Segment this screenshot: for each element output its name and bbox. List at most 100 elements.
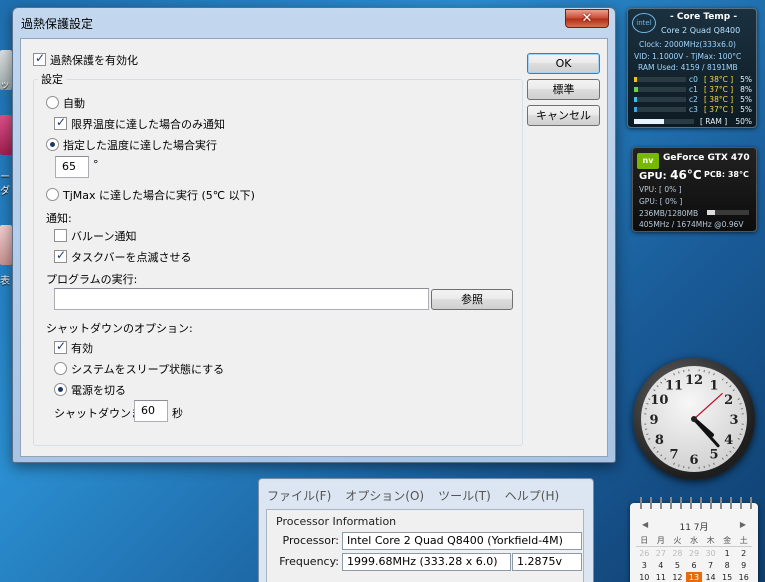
core-load: 5%	[740, 75, 752, 84]
core-temp: [ 37°C ]	[704, 105, 734, 114]
auto-radio[interactable]	[46, 96, 59, 109]
flash-taskbar-checkbox[interactable]	[54, 248, 67, 263]
browse-button[interactable]: 参照	[431, 289, 513, 310]
clock-numeral: 11	[665, 378, 683, 393]
flash-taskbar-label[interactable]: タスクバーを点滅させる	[71, 249, 191, 265]
clock-face: 12 1 2 3 4 5 6 7 8 9 10 11	[641, 366, 747, 472]
calendar-day[interactable]: 2	[735, 548, 752, 559]
calendar-weekday: 金	[718, 535, 736, 547]
calendar-day[interactable]: 28	[669, 548, 686, 559]
cancel-button[interactable]: キャンセル	[527, 105, 600, 126]
clock-numeral: 6	[689, 453, 698, 468]
enable-protection-checkbox[interactable]	[33, 51, 46, 66]
power-off-label[interactable]: 電源を切る	[71, 382, 126, 398]
tjmax-label[interactable]: TjMax に達した場合に実行 (5℃ 以下)	[63, 187, 255, 203]
calendar-next-icon[interactable]: ▶	[740, 520, 746, 529]
balloon-label[interactable]: バルーン通知	[71, 228, 136, 244]
calendar-weekday: 火	[669, 535, 686, 547]
calendar-day[interactable]: 5	[669, 560, 686, 571]
calendar-day[interactable]: 15	[719, 572, 736, 582]
frequency-label: Frequency:	[279, 555, 339, 568]
calendar-day[interactable]: 1	[719, 548, 736, 559]
notify-only-checkbox[interactable]	[54, 115, 67, 130]
desktop-icon-2[interactable]	[0, 115, 12, 155]
coretemp-clock: Clock: 2000MHz(333x6.0)	[639, 40, 736, 49]
overheat-protection-dialog[interactable]: 過熱保護設定 ✕ 過熱保護を有効化 設定 自動 限界温度に達した場合のみ通知 指…	[12, 7, 616, 463]
auto-label[interactable]: 自動	[63, 95, 85, 111]
at-temp-radio[interactable]	[46, 138, 59, 151]
calendar-day[interactable]: 11	[653, 572, 670, 582]
menu-tools[interactable]: ツール(T)	[438, 487, 491, 504]
gpu-gadget[interactable]: nv GeForce GTX 470 GPU: 46°C PCB: 38°C V…	[632, 147, 757, 232]
clock-gadget[interactable]: 12 1 2 3 4 5 6 7 8 9 10 11	[633, 358, 755, 480]
default-button[interactable]: 標準	[527, 79, 600, 100]
calendar-gadget[interactable]: ◀ 11 7月 ▶ 日月火水木金土 26 27 28 29 30 1 2 3 4 5 6 7 8 9 10 11…	[630, 497, 758, 582]
gpu-load: GPU: [ 0% ]	[639, 197, 683, 206]
menu-file[interactable]: ファイル(F)	[267, 487, 331, 504]
program-path-input[interactable]	[54, 288, 429, 310]
ram-percent: 50%	[735, 117, 752, 126]
calendar-day[interactable]: 12	[669, 572, 686, 582]
sleep-radio[interactable]	[54, 362, 67, 375]
calendar-month: 11 7月	[679, 523, 709, 533]
background-window[interactable]: ファイル(F) オプション(O) ツール(T) ヘルプ(H) Processor…	[258, 478, 594, 582]
calendar-day[interactable]: 13	[685, 572, 703, 582]
calendar-day[interactable]: 14	[702, 572, 719, 582]
core-temp: [ 38°C ]	[704, 95, 734, 104]
calendar-day[interactable]: 10	[636, 572, 653, 582]
core-row: c2 [ 38°C ] 5%	[632, 95, 754, 104]
shutdown-delay-input[interactable]: 60	[134, 400, 168, 422]
calendar-day[interactable]: 16	[735, 572, 752, 582]
temperature-input[interactable]: 65	[55, 156, 89, 178]
calendar-day[interactable]: 27	[653, 548, 670, 559]
calendar-day[interactable]: 29	[686, 548, 703, 559]
core-load: 5%	[740, 105, 752, 114]
coretemp-gadget[interactable]: intel - Core Temp - Core 2 Quad Q8400 Cl…	[627, 8, 757, 128]
core-row: c1 [ 37°C ] 8%	[632, 85, 754, 94]
core-row: c0 [ 38°C ] 5%	[632, 75, 754, 84]
dialog-client: 過熱保護を有効化 設定 自動 限界温度に達した場合のみ通知 指定した温度に達した…	[20, 38, 608, 457]
core-temp: [ 37°C ]	[704, 85, 734, 94]
calendar-day[interactable]: 6	[686, 560, 703, 571]
gpu-name: GeForce GTX 470	[663, 153, 750, 163]
close-button[interactable]: ✕	[565, 9, 609, 28]
ram-row: [ RAM ] 50%	[632, 117, 754, 127]
second-hand	[693, 392, 723, 420]
calendar-day[interactable]: 3	[636, 560, 653, 571]
coretemp-title: - Core Temp -	[670, 12, 738, 22]
enable-protection-label[interactable]: 過熱保護を有効化	[50, 52, 138, 68]
menu-options[interactable]: オプション(O)	[345, 487, 424, 504]
balloon-checkbox[interactable]	[54, 229, 67, 242]
core-load: 5%	[740, 95, 752, 104]
shutdown-heading: シャットダウンのオプション:	[46, 322, 193, 335]
shutdown-delay-unit: 秒	[172, 407, 183, 420]
tjmax-radio[interactable]	[46, 188, 59, 201]
calendar-day[interactable]: 9	[735, 560, 752, 571]
calendar-day[interactable]: 8	[719, 560, 736, 571]
clock-numeral: 10	[650, 393, 668, 408]
shutdown-enable-checkbox[interactable]	[54, 339, 67, 354]
clock-numeral: 7	[669, 448, 678, 463]
voltage-value: 1.2875v	[512, 553, 582, 571]
notify-only-label[interactable]: 限界温度に達した場合のみ通知	[71, 116, 225, 132]
calendar-day[interactable]: 26	[636, 548, 653, 559]
core-name: c3	[689, 105, 698, 114]
shutdown-enable-label[interactable]: 有効	[71, 340, 93, 356]
sleep-label[interactable]: システムをスリープ状態にする	[71, 361, 224, 377]
calendar-day[interactable]: 7	[702, 560, 719, 571]
gpu-clocks: 405MHz / 1674MHz @0.96V	[639, 220, 744, 229]
menu-help[interactable]: ヘルプ(H)	[505, 487, 559, 504]
vpu-load: VPU: [ 0% ]	[639, 185, 682, 194]
clock-numeral: 2	[724, 393, 733, 408]
desktop-label-3: ダ	[0, 186, 10, 197]
coretemp-cpu-name: Core 2 Quad Q8400	[661, 26, 741, 35]
core-name: c0	[689, 75, 698, 84]
calendar-day[interactable]: 4	[653, 560, 670, 571]
pcb-temp: PCB: 38°C	[704, 170, 749, 179]
calendar-day[interactable]: 30	[702, 548, 719, 559]
ok-button[interactable]: OK	[527, 53, 600, 74]
power-off-radio[interactable]	[54, 383, 67, 396]
desktop-icon-3[interactable]	[0, 225, 12, 265]
at-temp-label[interactable]: 指定した温度に達した場合実行	[63, 137, 217, 153]
calendar-grid: 日月火水木金土 26 27 28 29 30 1 2 3 4 5 6 7 8 9 10 11 12 13 14 15 16	[636, 535, 752, 582]
